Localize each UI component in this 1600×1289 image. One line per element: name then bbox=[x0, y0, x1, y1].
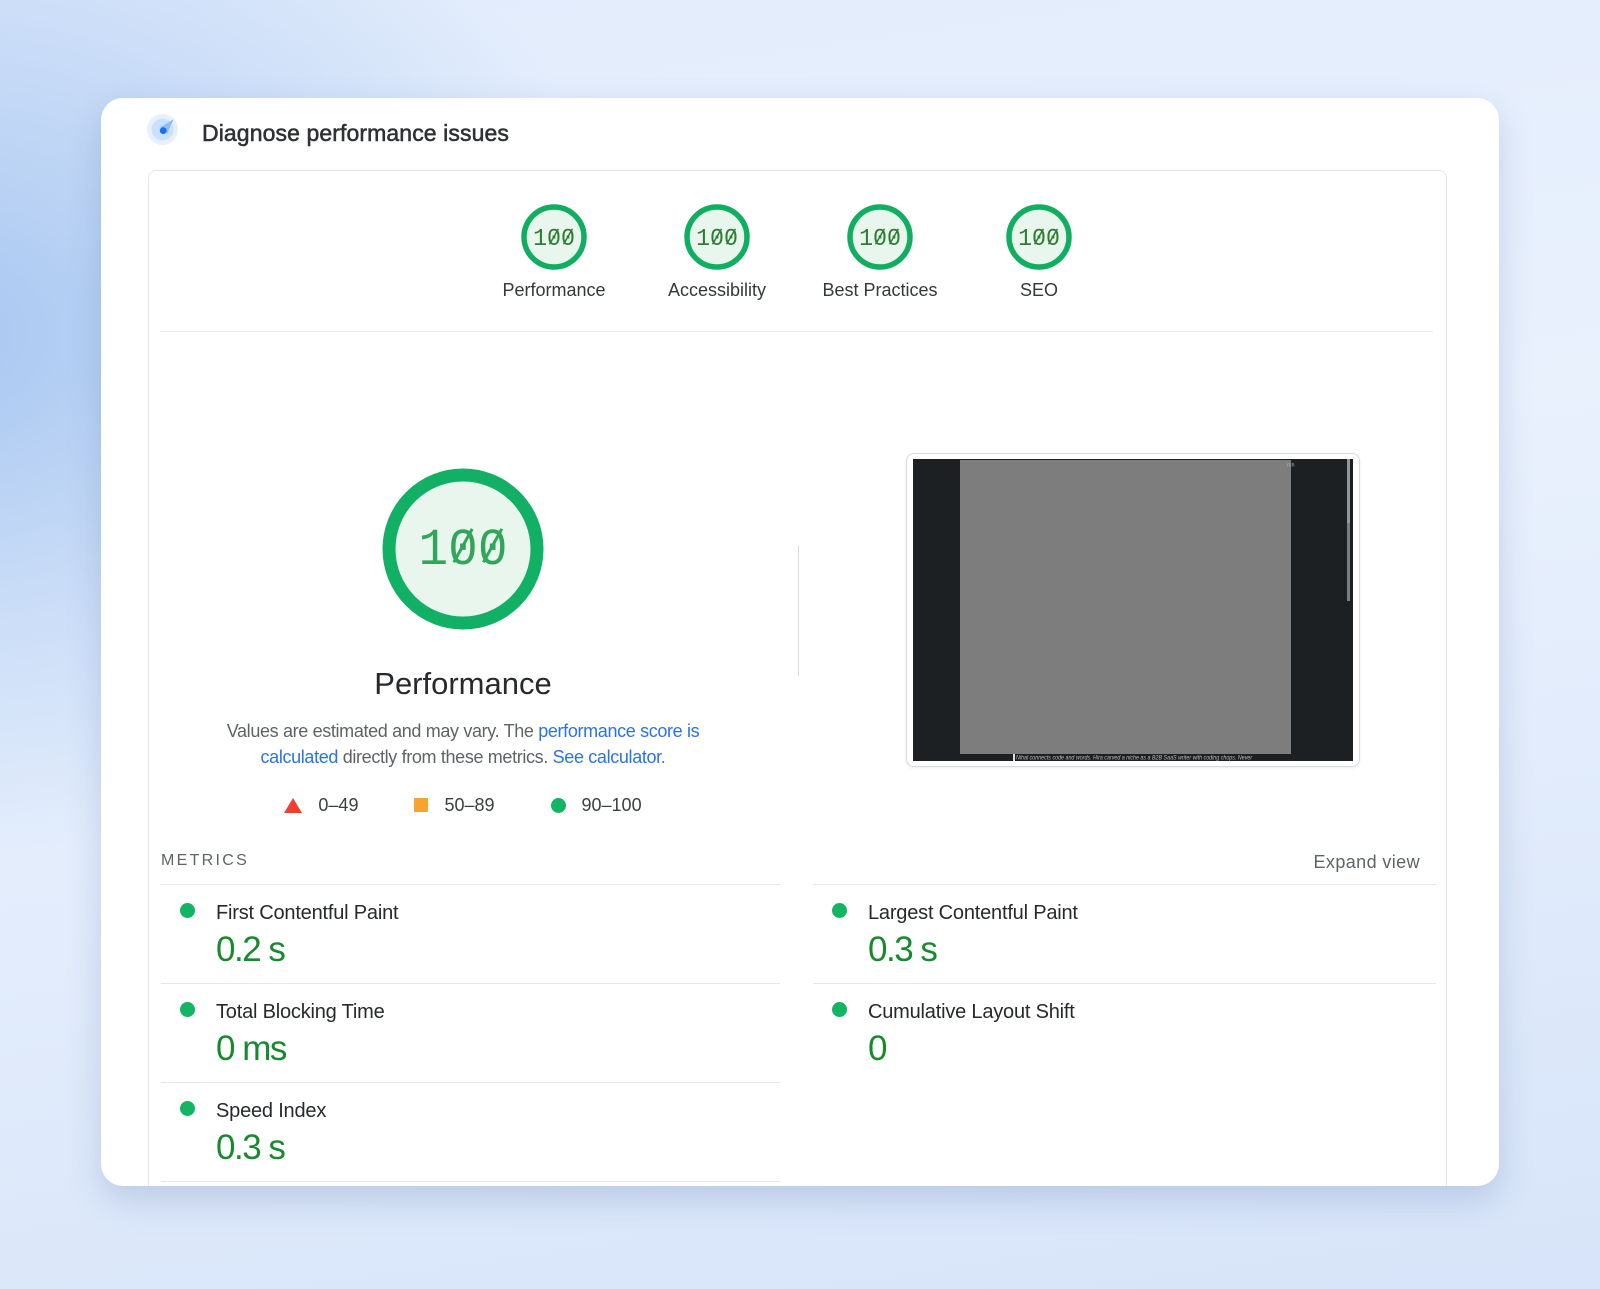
svg-text:100: 100 bbox=[1018, 226, 1060, 254]
svg-text:100: 100 bbox=[533, 226, 575, 254]
svg-text:100: 100 bbox=[419, 522, 508, 580]
svg-text:100: 100 bbox=[859, 226, 901, 254]
svg-text:100: 100 bbox=[696, 226, 738, 254]
